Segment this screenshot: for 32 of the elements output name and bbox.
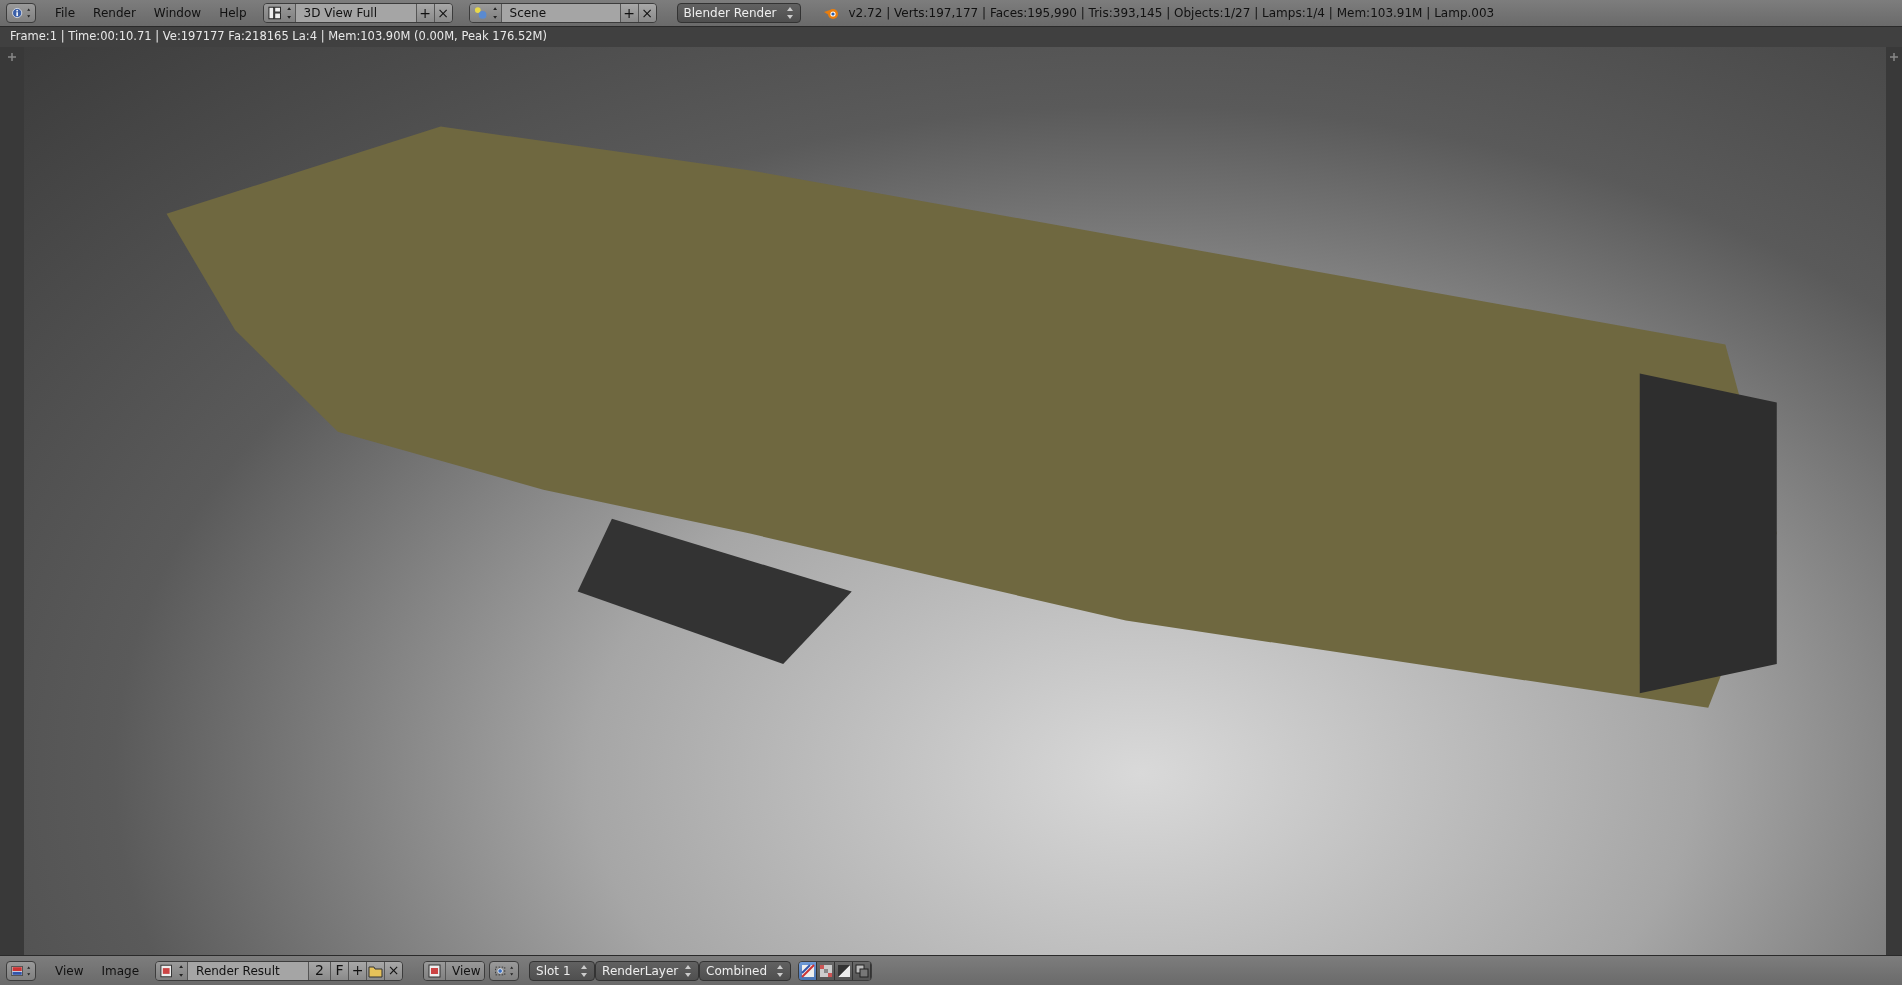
image-icon (427, 963, 443, 978)
color-channel-icon (800, 963, 815, 978)
menu-item[interactable]: File (46, 4, 85, 22)
display-mode-button[interactable] (835, 961, 854, 980)
logo-icon (822, 6, 839, 20)
display-mode-button[interactable] (817, 961, 836, 980)
render-pass-dropdown[interactable]: Combined (699, 960, 792, 981)
view-mode-dropdown[interactable]: View (446, 961, 485, 980)
render-info-text: Frame:1 | Time:00:10.71 | Ve:197177 Fa:218165 La:4 | Mem:103.90M (0.00M, Peak 176.52M) (10, 28, 547, 46)
editor-type-icon (11, 963, 31, 978)
editor-type-dropdown[interactable] (6, 3, 36, 23)
up-down-arrows-icon (776, 963, 785, 978)
editor-type-icon (11, 6, 31, 20)
menu-item[interactable]: Window (144, 4, 211, 22)
menu-item[interactable]: Image (92, 961, 149, 980)
menu-item[interactable]: Render (84, 4, 145, 22)
plus-icon[interactable] (1890, 53, 1898, 61)
display-mode-button[interactable] (799, 961, 818, 980)
menu-item[interactable]: Help (210, 4, 256, 22)
display-mode-button[interactable] (853, 961, 872, 980)
slot-dropdown[interactable]: Slot 1 (529, 960, 596, 981)
render-engine-dropdown[interactable]: Blender Render (676, 3, 801, 23)
view-mode-icon-button[interactable] (424, 961, 447, 980)
menu-item[interactable]: View (46, 961, 93, 980)
up-down-arrows-icon (785, 6, 794, 20)
up-down-arrows-icon (684, 963, 693, 978)
plus-icon[interactable] (8, 53, 16, 61)
render-layer-dropdown[interactable]: RenderLayer (595, 960, 700, 981)
editor-type-dropdown[interactable] (6, 960, 36, 981)
pivot-dropdown[interactable] (489, 960, 520, 981)
scene-stats-text: v2.72 | Verts:197,177 | Faces:195,990 | Tris:393,145 | Objects:1/27 | Lamps:1/4 | Mem:103.91M | Lamp.003 (848, 5, 1495, 22)
up-down-arrows-icon (580, 963, 589, 978)
